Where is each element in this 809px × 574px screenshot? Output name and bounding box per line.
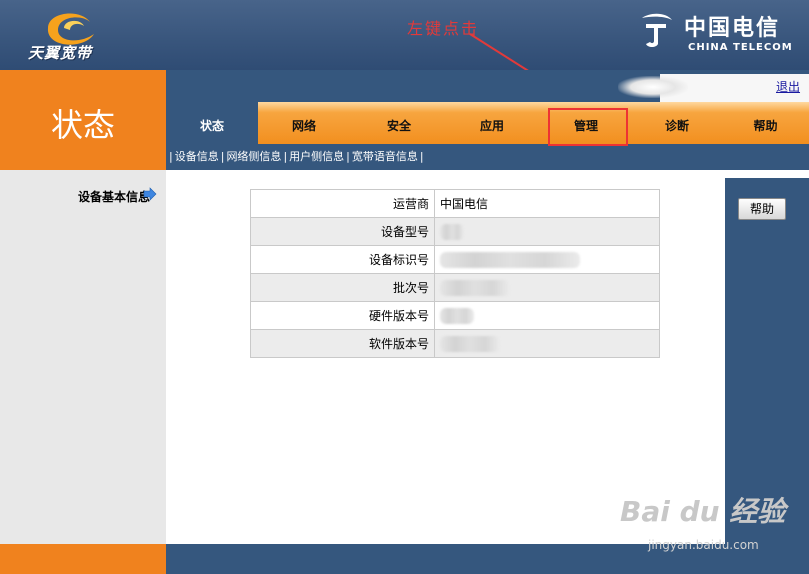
subnav-device-info[interactable]: 设备信息 [175, 150, 219, 163]
row-label: 设备型号 [250, 217, 435, 246]
subnav-user-info[interactable]: 用户侧信息 [289, 150, 344, 163]
help-button[interactable]: 帮助 [738, 198, 786, 220]
tab-help[interactable]: 帮助 [722, 102, 809, 144]
china-telecom-logo-icon [642, 13, 672, 47]
table-row: 设备型号 [250, 217, 660, 246]
row-value-redacted [434, 329, 660, 358]
sidebar-item-device-basic-info[interactable]: 设备基本信息 [10, 188, 150, 205]
watermark: Bai du 经验 [620, 495, 786, 528]
row-value-redacted [434, 245, 660, 274]
footer-left [0, 544, 166, 574]
annotation-highlight-box [548, 108, 628, 146]
content-top-gap [166, 170, 809, 178]
row-value: 中国电信 [434, 189, 660, 218]
table-row: 软件版本号 [250, 329, 660, 358]
arrow-right-icon [143, 187, 157, 201]
row-label: 设备标识号 [250, 245, 435, 274]
username-redacted [618, 76, 688, 98]
tab-application[interactable]: 应用 [446, 102, 538, 144]
table-row: 批次号 [250, 273, 660, 302]
tab-diagnostics[interactable]: 诊断 [632, 102, 722, 144]
subnav-network-info[interactable]: 网络侧信息 [226, 150, 281, 163]
row-value-redacted [434, 273, 660, 302]
sidebar [0, 170, 166, 544]
row-label: 硬件版本号 [250, 301, 435, 330]
title-panel-bottom [0, 146, 166, 170]
row-label: 批次号 [250, 273, 435, 302]
table-row: 硬件版本号 [250, 301, 660, 330]
watermark-url: jingyan.baidu.com [648, 538, 759, 552]
row-value-redacted [434, 301, 660, 330]
row-label: 软件版本号 [250, 329, 435, 358]
row-value-redacted [434, 217, 660, 246]
device-info-table: 运营商 中国电信 设备型号 设备标识号 批次号 硬件版本号 软件版本号 [250, 189, 660, 358]
brand-name-en: CHINA TELECOM [688, 42, 793, 53]
logout-link[interactable]: 退出 [776, 78, 800, 95]
table-row: 设备标识号 [250, 245, 660, 274]
subnav-voice-info[interactable]: 宽带语音信息 [352, 150, 418, 163]
tab-status[interactable]: 状态 [166, 102, 258, 144]
brand-name-cn: 中国电信 [684, 16, 781, 41]
tab-network[interactable]: 网络 [258, 102, 350, 144]
subnav: | 设备信息 | 网络侧信息 | 用户侧信息 | 宽带语音信息 | [169, 150, 424, 163]
tab-security[interactable]: 安全 [352, 102, 446, 144]
row-label: 运营商 [250, 189, 435, 218]
table-row: 运营商 中国电信 [250, 189, 660, 218]
logo-text: 天翼宽带 [28, 44, 93, 62]
page-title: 状态 [50, 106, 115, 144]
